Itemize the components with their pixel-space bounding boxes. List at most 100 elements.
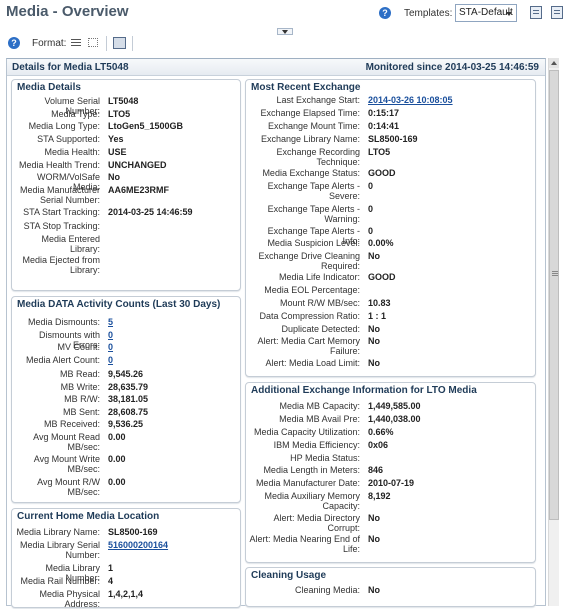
alert-media-nearing-end-of-life-value: No bbox=[368, 534, 380, 544]
media-dismounts-label: Media Dismounts: bbox=[27, 317, 100, 327]
panel-title: Additional Exchange Information for LTO … bbox=[251, 385, 477, 396]
media-library-serial-number-label: Media Library Serial Number: bbox=[19, 540, 100, 560]
alert-media-directory-corrupt-label: Alert: Media Directory Corrupt: bbox=[273, 513, 360, 533]
media-health-label: Media Health: bbox=[44, 147, 100, 157]
scrollbar-thumb[interactable] bbox=[549, 70, 559, 520]
sta-start-tracking-label: STA Start Tracking: bbox=[23, 207, 100, 217]
media-auxiliary-memory-capacity-value: 8,192 bbox=[368, 491, 391, 501]
mv-count-label: MV Count: bbox=[57, 342, 100, 352]
scroll-up-icon[interactable] bbox=[549, 58, 559, 68]
exchange-tape-alerts-severe-label: Exchange Tape Alerts - Severe: bbox=[267, 181, 360, 201]
media-manufacturer-serial-number-value: AA6ME23RMF bbox=[108, 185, 170, 195]
print-icon[interactable] bbox=[113, 37, 126, 49]
media-length-in-meters-label: Media Length in Meters: bbox=[263, 465, 360, 475]
media-capacity-utilization-label: Media Capacity Utilization: bbox=[253, 427, 360, 437]
last-exchange-start-value[interactable]: 2014-03-26 10:08:05 bbox=[368, 95, 453, 105]
templates-select[interactable]: STA-Default bbox=[455, 4, 517, 22]
media-auxiliary-memory-capacity-label: Media Auxiliary Memory Capacity: bbox=[264, 491, 360, 511]
media-length-in-meters-value: 846 bbox=[368, 465, 384, 475]
exchange-mount-time-value: 0:14:41 bbox=[368, 121, 400, 131]
ibm-media-efficiency-value: 0x06 bbox=[368, 440, 389, 450]
help-icon[interactable]: ? bbox=[379, 7, 391, 19]
exchange-tape-alerts-warning-label: Exchange Tape Alerts - Warning: bbox=[267, 204, 360, 224]
mb-write-value: 28,635.79 bbox=[108, 382, 149, 392]
toolbar-divider bbox=[132, 36, 133, 51]
panel-title: Cleaning Usage bbox=[251, 570, 327, 581]
media-dismounts-value[interactable]: 5 bbox=[108, 317, 113, 327]
templates-label: Templates: bbox=[404, 8, 453, 19]
mv-count-value[interactable]: 0 bbox=[108, 342, 113, 352]
avg-mount-read-mb-sec-value: 0.00 bbox=[108, 432, 126, 442]
exchange-recording-technique-value: LTO5 bbox=[368, 147, 391, 157]
list-format-icon[interactable] bbox=[71, 38, 81, 47]
media-library-serial-number-value[interactable]: 516000200164 bbox=[108, 540, 168, 550]
avg-mount-r-w-mb-sec-label: Avg Mount R/W MB/sec: bbox=[37, 477, 100, 497]
alert-media-nearing-end-of-life-label: Alert: Media Nearing End of Life: bbox=[249, 534, 360, 554]
duplicate-detected-label: Duplicate Detected: bbox=[281, 324, 360, 334]
mount-r-w-mb-sec-value: 10.83 bbox=[368, 298, 391, 308]
mb-received-label: MB Received: bbox=[43, 419, 100, 429]
template-manage-icon[interactable] bbox=[551, 6, 563, 19]
mb-read-label: MB Read: bbox=[59, 369, 100, 379]
mb-write-label: MB Write: bbox=[60, 382, 100, 392]
details-title: Details for Media LT5048 bbox=[12, 62, 129, 73]
media-manufacturer-date-label: Media Manufacturer Date: bbox=[255, 478, 360, 488]
media-type-value: LTO5 bbox=[108, 109, 131, 119]
template-settings-icon[interactable] bbox=[530, 6, 542, 19]
help-icon[interactable]: ? bbox=[8, 37, 20, 49]
exchange-library-name-label: Exchange Library Name: bbox=[260, 134, 360, 144]
details-header: Details for Media LT5048 Monitored since… bbox=[7, 59, 545, 76]
avg-mount-write-mb-sec-label: Avg Mount Write MB/sec: bbox=[33, 454, 100, 474]
panel-title: Most Recent Exchange bbox=[251, 82, 361, 93]
mb-r-w-label: MB R/W: bbox=[64, 394, 100, 404]
format-label: Format: bbox=[32, 38, 67, 49]
media-alert-count-label: Media Alert Count: bbox=[25, 355, 100, 365]
media-life-indicator-label: Media Life Indicator: bbox=[278, 272, 360, 282]
exchange-drive-cleaning-required-label: Exchange Drive Cleaning Required: bbox=[258, 251, 360, 271]
details-panel: Details for Media LT5048 Monitored since… bbox=[6, 58, 546, 609]
media-mb-capacity-value: 1,449,585.00 bbox=[368, 401, 421, 411]
volume-serial-number-value: LT5048 bbox=[108, 96, 139, 106]
media-long-type-value: LtoGen5_1500GB bbox=[108, 121, 184, 131]
sta-supported-value: Yes bbox=[108, 134, 124, 144]
panel-title: Media DATA Activity Counts (Last 30 Days… bbox=[17, 299, 221, 310]
dismounts-with-errors-value[interactable]: 0 bbox=[108, 330, 113, 340]
mb-read-value: 9,545.26 bbox=[108, 369, 144, 379]
mb-sent-label: MB Sent: bbox=[62, 407, 100, 417]
media-exchange-status-value: GOOD bbox=[368, 168, 396, 178]
media-mb-avail-pre-label: Media MB Avail Pre: bbox=[279, 414, 360, 424]
mb-r-w-value: 38,181.05 bbox=[108, 394, 149, 404]
sta-stop-tracking-label: STA Stop Tracking: bbox=[23, 221, 100, 231]
media-physical-address-value: 1,4,2,1,4 bbox=[108, 589, 144, 599]
grid-format-icon[interactable] bbox=[88, 38, 98, 47]
data-compression-ratio-value: 1 : 1 bbox=[368, 311, 387, 321]
last-exchange-start-label: Last Exchange Start: bbox=[276, 95, 360, 105]
monitored-since: Monitored since 2014-03-25 14:46:59 bbox=[365, 62, 539, 73]
media-suspicion-level-value: 0.00% bbox=[368, 238, 394, 248]
toolbar-divider bbox=[106, 36, 107, 51]
media-ejected-from-library-label: Media Ejected from Library: bbox=[22, 255, 100, 275]
vertical-scrollbar[interactable] bbox=[548, 58, 559, 606]
exchange-drive-cleaning-required-value: No bbox=[368, 251, 380, 261]
panel-title: Media Details bbox=[17, 82, 81, 93]
media-suspicion-level-label: Media Suspicion Level: bbox=[267, 238, 360, 248]
avg-mount-write-mb-sec-value: 0.00 bbox=[108, 454, 126, 464]
exchange-mount-time-label: Exchange Mount Time: bbox=[267, 121, 360, 131]
mb-received-value: 9,536.25 bbox=[108, 419, 144, 429]
alert-media-cart-memory-failure-label: Alert: Media Cart Memory Failure: bbox=[257, 336, 360, 356]
hp-media-status-label: HP Media Status: bbox=[290, 453, 360, 463]
alert-media-load-limit-label: Alert: Media Load Limit: bbox=[265, 358, 360, 368]
media-library-name-value: SL8500-169 bbox=[108, 527, 158, 537]
exchange-elapsed-time-value: 0:15:17 bbox=[368, 108, 400, 118]
media-mb-avail-pre-value: 1,440,038.00 bbox=[368, 414, 421, 424]
panel-title: Current Home Media Location bbox=[17, 511, 160, 522]
worm-volsafe-media-value: No bbox=[108, 172, 120, 182]
media-physical-address-label: Media Physical Address: bbox=[39, 589, 100, 609]
mount-r-w-mb-sec-label: Mount R/W MB/sec: bbox=[279, 298, 360, 308]
alert-media-directory-corrupt-value: No bbox=[368, 513, 380, 523]
recent-exchange-panel: Most Recent Exchange Last Exchange Start… bbox=[245, 79, 536, 377]
media-alert-count-value[interactable]: 0 bbox=[108, 355, 113, 365]
duplicate-detected-value: No bbox=[368, 324, 380, 334]
media-rail-number-label: Media Rail Number: bbox=[20, 576, 100, 586]
toolbar: ? Format: bbox=[0, 33, 550, 55]
